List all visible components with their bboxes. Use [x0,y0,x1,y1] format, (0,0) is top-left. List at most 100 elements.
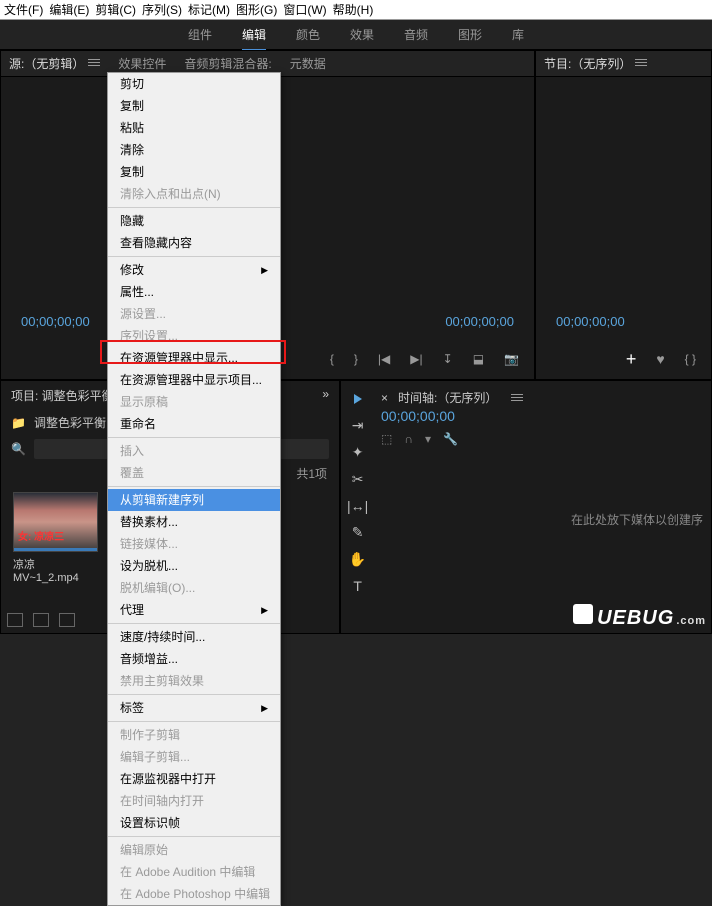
menu-sequence[interactable]: 序列(S) [142,1,182,18]
menu-item[interactable]: 从剪辑新建序列 [108,489,280,511]
menu-item[interactable]: 标签▶ [108,697,280,719]
close-icon[interactable]: × [381,391,388,405]
more-tabs-icon[interactable]: » [322,387,329,401]
timeline-header: × 时间轴:（无序列） [341,381,711,408]
favorite-icon[interactable]: ♥ [656,351,664,367]
pen-tool-icon[interactable]: ✎ [352,524,364,541]
context-menu[interactable]: 剪切复制粘贴清除复制清除入点和出点(N)隐藏查看隐藏内容修改▶属性...源设置.… [107,72,281,906]
icon-view-icon[interactable] [33,613,49,627]
menu-item: 覆盖 [108,462,280,484]
selection-tool-icon[interactable] [354,391,362,407]
menu-item[interactable]: 复制 [108,161,280,183]
menu-item[interactable]: 重命名 [108,413,280,435]
timeline-panel: ⇥ ✦ ✂ |↔| ✎ ✋ T × 时间轴:（无序列） 00;00;00;00 … [340,380,712,634]
track-select-tool-icon[interactable]: ⇥ [352,417,364,434]
menu-item: 禁用主剪辑效果 [108,670,280,692]
program-tc-left[interactable]: 00;00;00;00 [556,314,625,329]
menu-item[interactable]: 剪切 [108,73,280,95]
project-item[interactable]: 女: 凉凉三 凉凉MV~1_2.mp4 [13,492,98,584]
menu-item: 显示原稿 [108,391,280,413]
menu-item: 清除入点和出点(N) [108,183,280,205]
bin-icon[interactable]: 📁 [11,416,26,430]
timeline-timecode[interactable]: 00;00;00;00 [341,408,711,430]
timeline-drop-hint: 在此处放下媒体以创建序 [571,511,703,528]
program-panel-tabs: 节目:（无序列） [536,51,711,77]
insert-icon[interactable]: ↧ [443,352,453,366]
menu-item[interactable]: 速度/持续时间... [108,626,280,648]
settings-icon[interactable]: 🔧 [443,432,458,446]
search-icon[interactable]: 🔍 [11,442,26,456]
link-icon[interactable]: ∩ [404,432,413,446]
freeform-view-icon[interactable] [59,613,75,627]
list-view-icon[interactable] [7,613,23,627]
menu-edit[interactable]: 编辑(E) [49,1,89,18]
type-tool-icon[interactable]: T [353,578,362,594]
menu-item: 脱机编辑(O)... [108,577,280,599]
bin-name: 调整色彩平衡 [34,414,106,431]
effect-controls-tab[interactable]: 效果控件 [118,55,166,72]
tab-library[interactable]: 库 [512,26,524,43]
menu-item[interactable]: 清除 [108,139,280,161]
source-tab[interactable]: 源:（无剪辑） [9,55,100,72]
add-marker-icon[interactable]: + [626,349,637,370]
clip-thumbnail[interactable]: 女: 凉凉三 [13,492,98,552]
menu-item[interactable]: 在资源管理器中显示... [108,347,280,369]
thumb-overlay-text: 女: 凉凉三 [18,528,64,543]
timeline-toolbar: ⬚ ∩ ▾ 🔧 [341,430,711,452]
razor-tool-icon[interactable]: ✂ [352,471,364,488]
menu-item: 编辑子剪辑... [108,746,280,768]
source-tc-right[interactable]: 00;00;00;00 [445,314,514,329]
braces-icon[interactable]: { } [685,352,696,366]
tab-effects[interactable]: 效果 [350,26,374,43]
menu-item[interactable]: 隐藏 [108,210,280,232]
source-tc-left[interactable]: 00;00;00;00 [21,314,90,329]
menu-item[interactable]: 在资源管理器中显示项目... [108,369,280,391]
tab-assembly[interactable]: 组件 [188,26,212,43]
menu-item[interactable]: 粘贴 [108,117,280,139]
metadata-tab[interactable]: 元数据 [290,55,326,72]
menu-item[interactable]: 代理▶ [108,599,280,621]
menu-marker[interactable]: 标记(M) [188,1,230,18]
menu-graphics[interactable]: 图形(G) [236,1,277,18]
program-timecode: 00;00;00;00 [536,314,711,329]
hand-tool-icon[interactable]: ✋ [349,551,366,568]
program-tab[interactable]: 节目:（无序列） [544,55,647,72]
mark-out-icon[interactable]: } [354,352,358,366]
step-fwd-icon[interactable]: ▶| [410,352,422,366]
tab-editing[interactable]: 编辑 [242,26,266,43]
clip-filename[interactable]: 凉凉MV~1_2.mp4 [13,556,98,584]
menu-item[interactable]: 设置标识帧 [108,812,280,834]
timeline-title[interactable]: 时间轴:（无序列） [398,389,497,406]
tab-graphics[interactable]: 图形 [458,26,482,43]
slip-tool-icon[interactable]: |↔| [347,498,368,514]
mark-in-icon[interactable]: { [330,352,334,366]
menu-item[interactable]: 音频增益... [108,648,280,670]
ripple-edit-tool-icon[interactable]: ✦ [352,444,364,461]
menu-clip[interactable]: 剪辑(C) [95,1,136,18]
menu-help[interactable]: 帮助(H) [333,1,374,18]
menu-item: 制作子剪辑 [108,724,280,746]
menu-item[interactable]: 替换素材... [108,511,280,533]
tab-audio[interactable]: 音频 [404,26,428,43]
export-frame-icon[interactable]: 📷 [504,352,519,366]
audio-mixer-tab[interactable]: 音频剪辑混合器: [184,55,271,72]
menu-item[interactable]: 查看隐藏内容 [108,232,280,254]
panel-menu-icon[interactable] [88,57,100,68]
menu-item[interactable]: 复制 [108,95,280,117]
overwrite-icon[interactable]: ⬓ [473,352,484,366]
panel-menu-icon[interactable] [511,392,523,403]
panel-menu-icon[interactable] [635,57,647,68]
tab-color[interactable]: 颜色 [296,26,320,43]
menu-item: 编辑原始 [108,839,280,861]
menu-item[interactable]: 设为脱机... [108,555,280,577]
menu-item[interactable]: 属性... [108,281,280,303]
menu-item[interactable]: 修改▶ [108,259,280,281]
step-back-icon[interactable]: |◀ [378,352,390,366]
snap-icon[interactable]: ⬚ [381,432,392,446]
menu-window[interactable]: 窗口(W) [283,1,326,18]
marker-icon[interactable]: ▾ [425,432,431,446]
tools-column: ⇥ ✦ ✂ |↔| ✎ ✋ T [347,391,368,594]
menu-file[interactable]: 文件(F) [4,1,43,18]
menu-item[interactable]: 在源监视器中打开 [108,768,280,790]
project-title[interactable]: 项目: 调整色彩平衡 [11,389,114,403]
